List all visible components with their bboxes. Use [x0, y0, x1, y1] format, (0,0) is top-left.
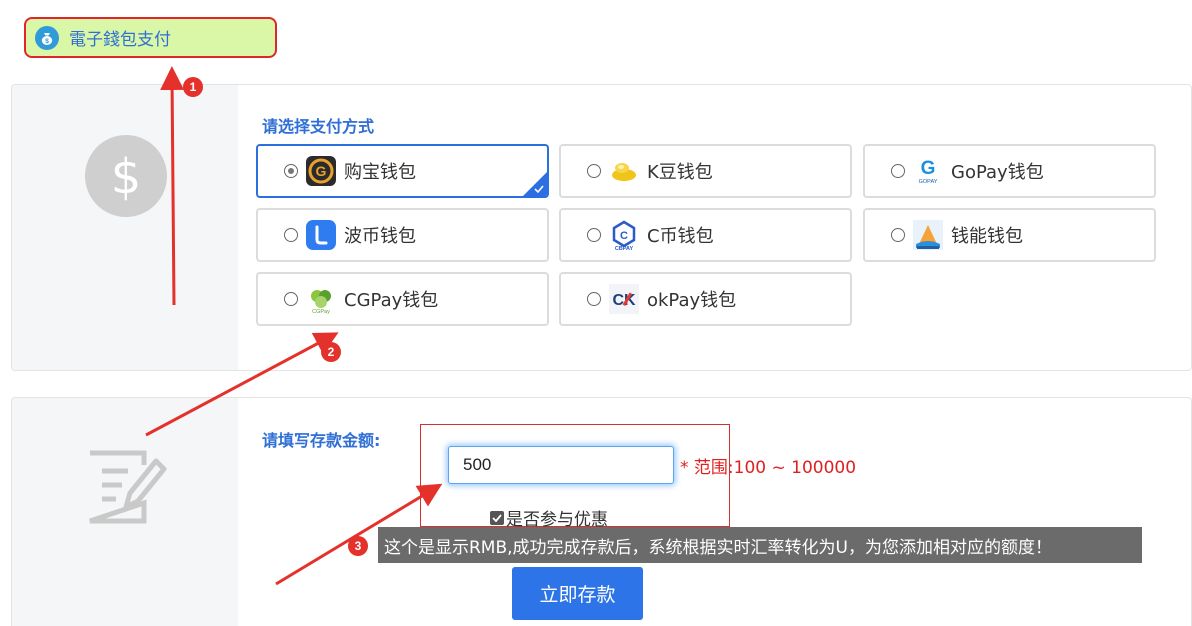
kdou-logo-icon	[609, 156, 639, 186]
money-bag-icon: $	[35, 25, 59, 50]
dollar-icon: $	[85, 135, 167, 217]
payment-method-title: 请选择支付方式	[262, 117, 375, 136]
promo-checkbox[interactable]	[490, 510, 504, 525]
e-wallet-tab-label: 電子錢包支付	[69, 30, 171, 50]
pay-option-radio[interactable]	[891, 164, 905, 178]
cbpay-logo-icon: C CBPAY	[609, 220, 639, 250]
amount-range-note: * 范围:100 ~ 100000	[680, 458, 857, 478]
pay-option-label: 波币钱包	[344, 226, 416, 247]
svg-text:CGPay: CGPay	[312, 309, 330, 314]
svg-text:$: $	[111, 149, 142, 205]
pay-option-label: okPay钱包	[647, 290, 737, 311]
gopay-logo-icon: G GOPAY	[913, 156, 943, 186]
svg-text:G: G	[921, 158, 936, 179]
bobi-logo-icon	[306, 220, 336, 250]
pay-option-label: C币钱包	[647, 226, 714, 247]
pay-option-radio[interactable]	[587, 292, 601, 306]
pay-option-qianneng[interactable]: 钱能钱包	[863, 208, 1156, 262]
e-wallet-tab[interactable]: $ 電子錢包支付	[24, 17, 277, 58]
deposit-submit-button[interactable]: 立即存款	[512, 567, 643, 620]
pay-option-cgpay[interactable]: CGPay CGPay钱包	[256, 272, 549, 326]
exchange-rate-tooltip: 这个是显示RMB,成功完成存款后，系统根据实时汇率转化为U，为您添加相对应的额度…	[378, 527, 1142, 563]
pay-option-radio[interactable]	[587, 164, 601, 178]
pay-option-label: 钱能钱包	[951, 226, 1023, 247]
pay-option-label: CGPay钱包	[344, 290, 439, 311]
goubao-logo-icon: G	[306, 156, 336, 186]
deposit-amount-title: 请填写存款金额:	[262, 431, 381, 450]
pay-option-goubao[interactable]: G 购宝钱包	[256, 144, 549, 198]
pay-option-gopay[interactable]: G GOPAY GoPay钱包	[863, 144, 1156, 198]
pay-option-label: K豆钱包	[647, 162, 713, 183]
okpay-logo-icon: CK	[609, 284, 639, 314]
svg-text:CK: CK	[612, 292, 636, 309]
pay-option-radio[interactable]	[284, 292, 298, 306]
payment-panel-sidebar: $	[12, 85, 238, 370]
pay-option-radio[interactable]	[284, 228, 298, 242]
svg-text:GOPAY: GOPAY	[919, 179, 938, 185]
svg-text:G: G	[316, 163, 327, 179]
pay-option-okpay[interactable]: CK okPay钱包	[559, 272, 852, 326]
pay-option-radio[interactable]	[587, 228, 601, 242]
annotation-badge-1: 1	[183, 77, 203, 97]
qianneng-logo-icon	[913, 220, 943, 250]
amount-input[interactable]	[448, 446, 674, 484]
deposit-panel-sidebar	[12, 398, 238, 626]
pay-option-radio[interactable]	[891, 228, 905, 242]
edit-form-icon	[89, 450, 167, 524]
pay-option-label: GoPay钱包	[951, 162, 1044, 183]
pay-option-bobi[interactable]: 波币钱包	[256, 208, 549, 262]
svg-text:$: $	[45, 38, 49, 45]
pay-option-label: 购宝钱包	[344, 162, 416, 183]
annotation-badge-3: 3	[348, 536, 368, 556]
check-icon	[534, 185, 544, 194]
pay-option-cbpay[interactable]: C CBPAY C币钱包	[559, 208, 852, 262]
pay-option-radio[interactable]	[284, 164, 298, 178]
svg-text:CBPAY: CBPAY	[615, 246, 634, 250]
pay-option-kdou[interactable]: K豆钱包	[559, 144, 852, 198]
check-icon	[492, 513, 502, 522]
annotation-badge-2: 2	[321, 342, 341, 362]
cgpay-logo-icon: CGPay	[306, 284, 336, 314]
svg-text:C: C	[620, 230, 628, 242]
